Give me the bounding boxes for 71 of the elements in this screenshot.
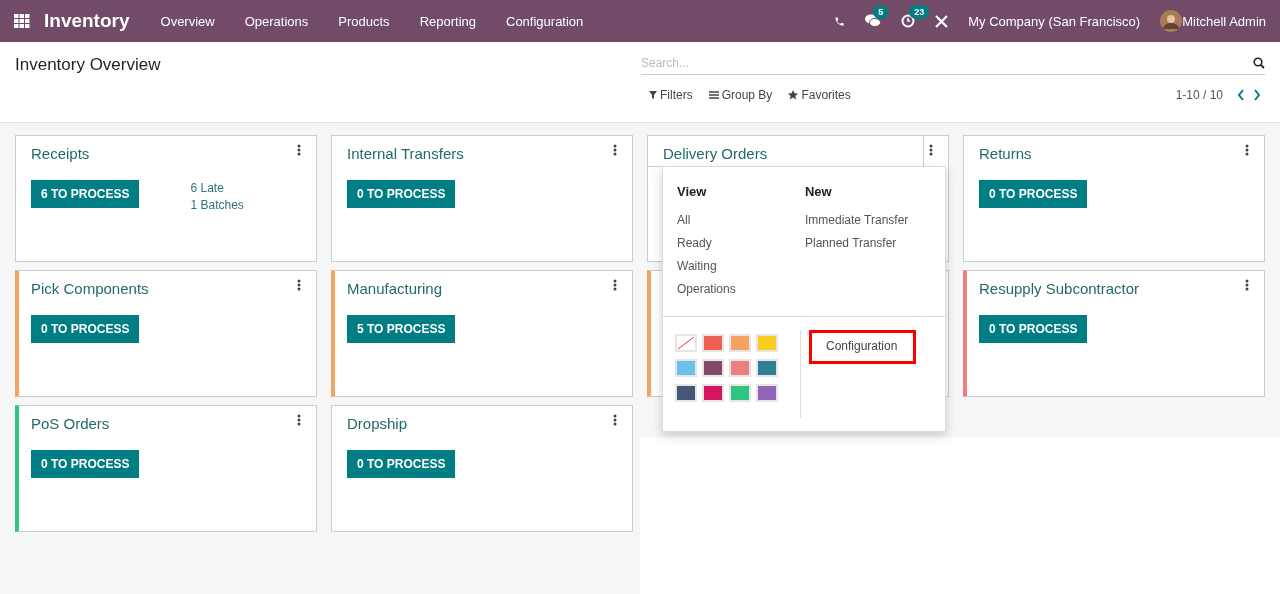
card-link[interactable]: 6 Late bbox=[190, 181, 244, 195]
to-process-button[interactable]: 0 TO PROCESS bbox=[979, 315, 1088, 343]
card-title[interactable]: Receipts bbox=[16, 136, 292, 167]
no-color-swatch[interactable] bbox=[675, 334, 697, 352]
menu-item[interactable]: Waiting bbox=[677, 259, 805, 273]
nav-menu-item[interactable]: Products bbox=[323, 13, 405, 29]
pager-value: 1-10 / 10 bbox=[1175, 88, 1223, 102]
app-name[interactable]: Inventory bbox=[44, 10, 130, 32]
filter-icon bbox=[649, 91, 657, 99]
star-icon bbox=[788, 90, 799, 100]
color-swatch[interactable] bbox=[729, 359, 751, 377]
card-title[interactable]: Manufacturing bbox=[335, 271, 608, 302]
menu-item[interactable]: Planned Transfer bbox=[804, 236, 931, 250]
more-icon bbox=[929, 144, 933, 156]
menu-heading: New bbox=[804, 184, 833, 199]
search-option-button[interactable]: Group By bbox=[708, 88, 773, 102]
more-icon bbox=[1245, 279, 1249, 291]
color-swatch[interactable] bbox=[729, 334, 751, 352]
menu-item[interactable]: All bbox=[677, 213, 805, 227]
color-swatch[interactable] bbox=[702, 359, 724, 377]
user-avatar[interactable] bbox=[1160, 10, 1183, 32]
menu-heading: View bbox=[677, 184, 708, 199]
nav-menu-item[interactable]: Operations bbox=[229, 13, 324, 29]
color-swatch[interactable] bbox=[756, 384, 778, 402]
page-title: Inventory Overview bbox=[15, 55, 161, 74]
menu-item[interactable]: Immediate Transfer bbox=[804, 213, 931, 227]
color-swatch[interactable] bbox=[675, 384, 697, 402]
configuration-link[interactable]: Configuration bbox=[809, 330, 917, 364]
card-title[interactable]: PoS Orders bbox=[19, 406, 292, 437]
to-process-button[interactable]: 0 TO PROCESS bbox=[347, 180, 456, 208]
search-icon[interactable] bbox=[1253, 56, 1265, 69]
to-process-button[interactable]: 5 TO PROCESS bbox=[347, 315, 456, 343]
more-icon bbox=[297, 144, 301, 156]
search-option-button[interactable]: Filters bbox=[649, 88, 693, 102]
card-title[interactable]: Dropship bbox=[332, 406, 608, 437]
card-title[interactable]: Pick Components bbox=[19, 271, 292, 302]
nav-menu-item[interactable]: Configuration bbox=[491, 13, 599, 29]
nav-menu-item[interactable]: Overview bbox=[145, 13, 230, 29]
card-title[interactable]: Returns bbox=[964, 136, 1240, 167]
color-swatch[interactable] bbox=[702, 384, 724, 402]
list-icon bbox=[708, 91, 719, 99]
company-switcher[interactable]: My Company (San Francisco) bbox=[968, 13, 1141, 29]
search-option-button[interactable]: Favorites bbox=[788, 88, 851, 102]
activity-count-badge: 23 bbox=[909, 5, 930, 19]
phone-icon[interactable] bbox=[834, 15, 846, 27]
more-icon bbox=[613, 144, 617, 156]
more-icon bbox=[297, 279, 301, 291]
menu-item[interactable]: Operations bbox=[677, 282, 805, 296]
more-icon bbox=[297, 414, 301, 426]
color-swatch[interactable] bbox=[756, 334, 778, 352]
more-icon bbox=[613, 414, 617, 426]
card-title[interactable]: Internal Transfers bbox=[332, 136, 608, 167]
more-icon bbox=[1245, 144, 1249, 156]
color-swatch[interactable] bbox=[702, 334, 724, 352]
color-swatch[interactable] bbox=[729, 384, 751, 402]
user-name[interactable]: Mitchell Admin bbox=[1182, 13, 1266, 29]
to-process-button[interactable]: 0 TO PROCESS bbox=[31, 315, 140, 343]
to-process-button[interactable]: 0 TO PROCESS bbox=[347, 450, 456, 478]
card-link[interactable]: 1 Batches bbox=[190, 198, 244, 212]
clock-icon[interactable] bbox=[901, 14, 916, 28]
nav-menu-item[interactable]: Reporting bbox=[404, 13, 491, 29]
color-swatch[interactable] bbox=[756, 359, 778, 377]
color-swatch[interactable] bbox=[675, 359, 697, 377]
menu-item[interactable]: Ready bbox=[677, 236, 805, 250]
to-process-button[interactable]: 0 TO PROCESS bbox=[31, 450, 140, 478]
card-title[interactable]: Resupply Subcontractor bbox=[967, 271, 1240, 302]
to-process-button[interactable]: 6 TO PROCESS bbox=[31, 180, 140, 208]
more-icon bbox=[613, 279, 617, 291]
message-count-badge: 5 bbox=[873, 5, 889, 19]
to-process-button[interactable]: 0 TO PROCESS bbox=[979, 180, 1088, 208]
apps-grid-icon[interactable] bbox=[14, 14, 30, 28]
